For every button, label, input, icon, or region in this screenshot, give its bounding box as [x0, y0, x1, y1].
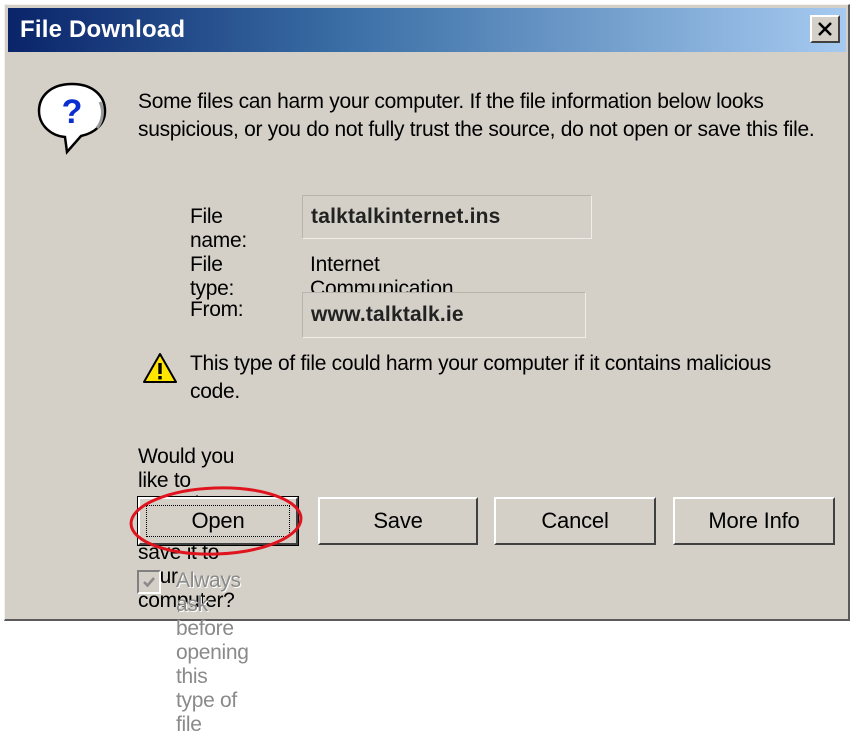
from-value: www.talktalk.ie — [311, 303, 464, 326]
close-button[interactable] — [810, 15, 840, 43]
checkmark-icon — [143, 577, 155, 588]
more-info-button[interactable]: More Info — [673, 497, 835, 545]
file-name-field: talktalkinternet.ins — [302, 195, 592, 239]
file-name-label: File name: — [190, 205, 247, 252]
save-button[interactable]: Save — [318, 497, 478, 545]
save-button-label: Save — [373, 508, 423, 533]
from-label: From: — [190, 298, 244, 321]
question-icon: ? — [37, 82, 107, 155]
security-message: Some files can harm your computer. If th… — [138, 90, 815, 141]
always-ask-checkbox[interactable] — [137, 570, 161, 594]
open-button[interactable]: Open — [137, 496, 299, 546]
more-info-button-label: More Info — [708, 508, 800, 533]
always-ask-label: Always ask before opening this type of f… — [176, 569, 249, 736]
svg-text:?: ? — [62, 93, 83, 131]
cancel-button[interactable]: Cancel — [494, 497, 656, 545]
close-icon — [818, 22, 832, 36]
title-bar[interactable]: File Download — [8, 8, 846, 52]
cancel-button-label: Cancel — [541, 508, 609, 533]
file-type-label: File type: — [190, 253, 235, 300]
dialog-title: File Download — [20, 16, 186, 43]
focus-rectangle — [146, 505, 290, 537]
warning-icon — [143, 353, 177, 383]
from-field: www.talktalk.ie — [302, 292, 586, 338]
file-name-value: talktalkinternet.ins — [311, 205, 501, 228]
warning-message: This type of file could harm your comput… — [190, 352, 771, 403]
